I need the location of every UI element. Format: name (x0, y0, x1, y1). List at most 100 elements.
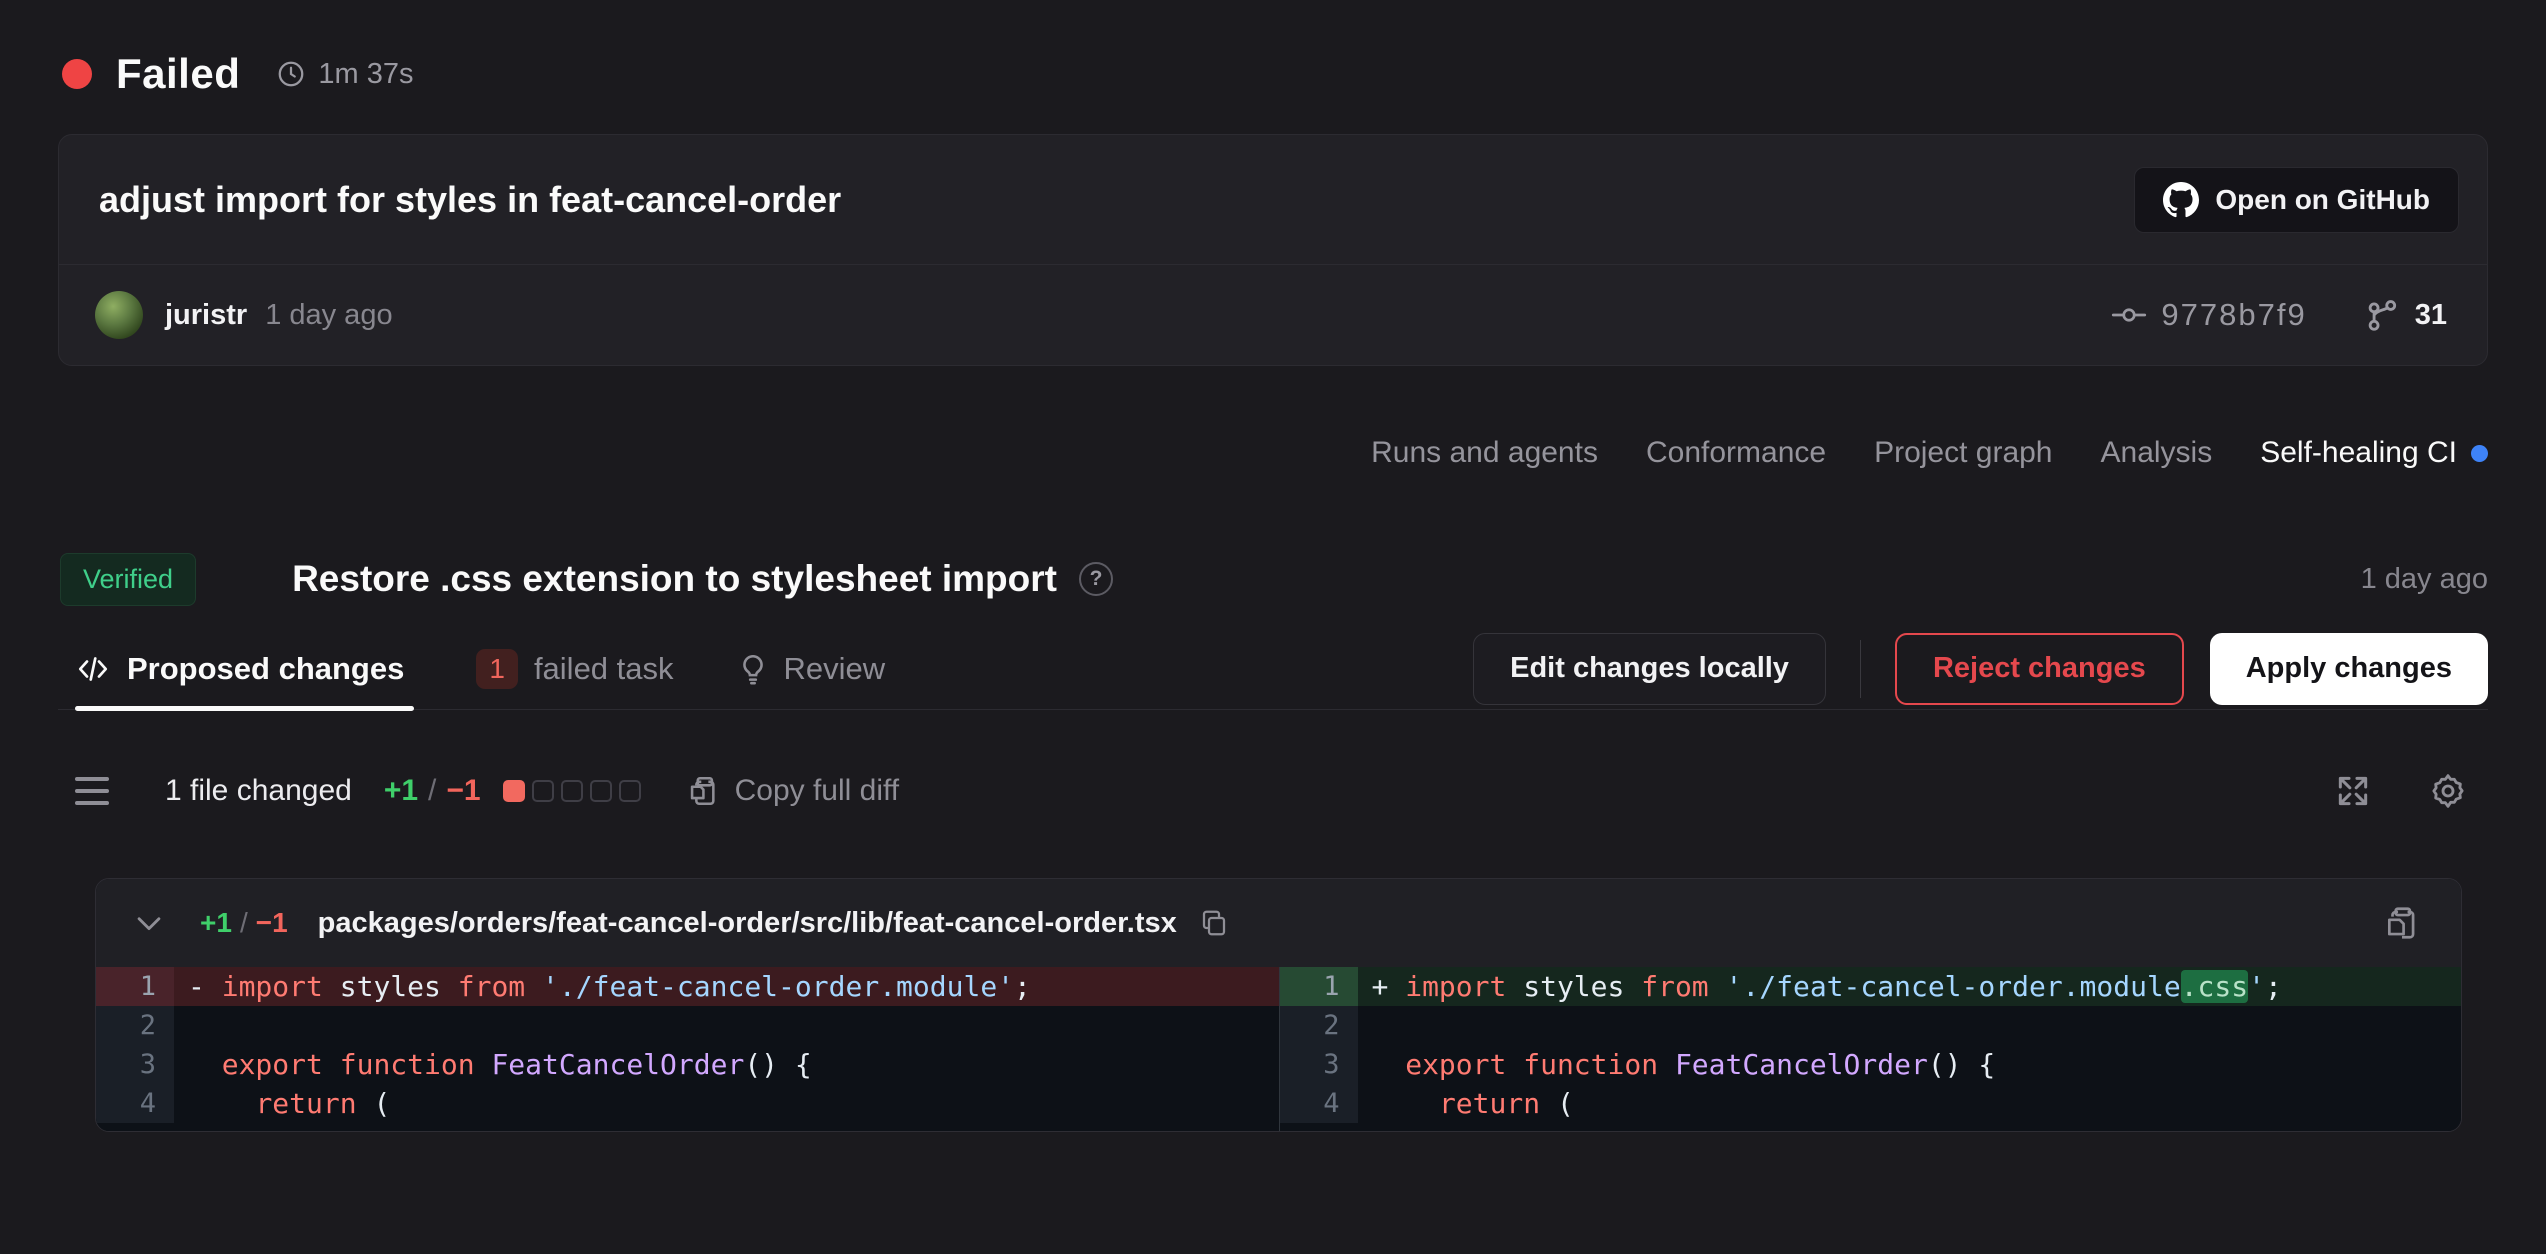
toolbar-additions: +1 (384, 774, 418, 808)
change-block-empty (619, 780, 641, 802)
code-token (188, 1048, 222, 1081)
file-path: packages/orders/feat-cancel-order/src/li… (318, 907, 1177, 940)
toolbar-stat-separator: / (428, 774, 436, 808)
open-on-github-button[interactable]: Open on GitHub (2134, 167, 2459, 233)
avatar[interactable] (95, 291, 143, 339)
fix-title: Restore .css extension to stylesheet imp… (292, 558, 1057, 600)
code-token: function (340, 1048, 475, 1081)
tab-review[interactable]: Review (736, 628, 886, 709)
verified-badge: Verified (60, 553, 196, 606)
code-token (323, 1048, 340, 1081)
active-tab-underline (75, 706, 414, 711)
file-additions: +1 (200, 907, 232, 939)
commit-hash-wrap[interactable]: 9778b7f9 (2111, 297, 2306, 333)
code-token: + (1372, 970, 1406, 1003)
code-token: - (188, 970, 222, 1003)
change-block-empty (532, 780, 554, 802)
failed-count-badge: 1 (476, 649, 518, 689)
apply-changes-button[interactable]: Apply changes (2210, 633, 2488, 705)
code-icon (75, 651, 111, 687)
line-number: 2 (96, 1006, 174, 1045)
diff-line: 2 (1280, 1006, 2462, 1045)
code-token: ; (1014, 970, 1031, 1003)
code-token: return (255, 1087, 356, 1120)
code-token: export (1405, 1048, 1506, 1081)
file-stat-separator: / (240, 907, 248, 939)
change-block-empty (590, 780, 612, 802)
run-header: Failed 1m 37s (0, 0, 2546, 98)
code-content: export function FeatCancelOrder() { (174, 1045, 1279, 1084)
code-token (1372, 1048, 1406, 1081)
run-status: Failed (116, 50, 240, 98)
code-token: import (1405, 970, 1506, 1003)
edit-changes-locally-button[interactable]: Edit changes locally (1473, 633, 1826, 705)
line-number: 3 (1280, 1045, 1358, 1084)
tab-proposed-changes[interactable]: Proposed changes (75, 628, 414, 709)
chevron-down-icon[interactable] (132, 906, 166, 940)
code-content: export function FeatCancelOrder() { (1358, 1045, 2462, 1084)
code-token (188, 1087, 255, 1120)
line-number: 1 (96, 967, 174, 1006)
code-token: .css (2181, 970, 2248, 1003)
branch-count: 31 (2415, 299, 2447, 332)
diff-line: 1- import styles from './feat-cancel-ord… (96, 967, 1279, 1006)
actions-divider (1860, 640, 1861, 698)
lightbulb-icon (736, 652, 770, 686)
change-block-empty (561, 780, 583, 802)
diff-file-header[interactable]: +1 / −1 packages/orders/feat-cancel-orde… (96, 879, 2461, 967)
nav-item-self-healing-ci[interactable]: Self-healing CI (2260, 436, 2488, 470)
code-token: ' (2248, 970, 2265, 1003)
code-token: export (222, 1048, 323, 1081)
change-block-filled (503, 780, 525, 802)
nav-item-label: Self-healing CI (2260, 436, 2457, 470)
diff-line: 1+ import styles from './feat-cancel-ord… (1280, 967, 2462, 1006)
code-token: styles (1506, 970, 1641, 1003)
code-token (1709, 970, 1726, 1003)
reject-changes-button[interactable]: Reject changes (1895, 633, 2184, 705)
tab-review-label: Review (784, 651, 886, 687)
commit-time: 1 day ago (265, 299, 392, 332)
file-deletions: −1 (256, 907, 288, 939)
tab-failed-task[interactable]: 1 failed task (476, 628, 673, 709)
clock-icon (276, 59, 306, 89)
help-icon[interactable]: ? (1079, 562, 1113, 596)
line-number: 3 (96, 1045, 174, 1084)
code-content: return ( (174, 1084, 1279, 1123)
files-changed-count: 1 file changed (165, 774, 352, 808)
line-number: 1 (1280, 967, 1358, 1006)
nav-item-analysis[interactable]: Analysis (2101, 436, 2213, 470)
author-name[interactable]: juristr (165, 299, 247, 332)
line-number: 4 (1280, 1084, 1358, 1123)
commit-hash: 9778b7f9 (2161, 297, 2306, 333)
diff-line: 3 export function FeatCancelOrder() { (1280, 1045, 2462, 1084)
code-token: return (1439, 1087, 1540, 1120)
branch-count-wrap[interactable]: 31 (2363, 296, 2447, 334)
diff-pane-old: 1- import styles from './feat-cancel-ord… (96, 967, 1279, 1131)
tab-proposed-label: Proposed changes (127, 651, 404, 687)
nav-item-label: Conformance (1646, 436, 1826, 470)
code-token: () { (744, 1048, 811, 1081)
code-content: return ( (1358, 1084, 2462, 1123)
diff-settings-gear-icon[interactable] (2428, 771, 2468, 811)
copy-icon (685, 774, 719, 808)
code-token: from (458, 970, 525, 1003)
nav-item-conformance[interactable]: Conformance (1646, 436, 1826, 470)
nav-item-runs-and-agents[interactable]: Runs and agents (1371, 436, 1598, 470)
expand-fullscreen-icon[interactable] (2334, 772, 2372, 810)
copy-path-icon[interactable] (1199, 908, 1229, 938)
code-content (1358, 1006, 2462, 1045)
code-token: from (1641, 970, 1708, 1003)
change-blocks-indicator (503, 780, 641, 802)
status-failed-dot (62, 59, 92, 89)
fix-header: Verified Restore .css extension to style… (0, 544, 2546, 614)
file-list-menu-icon[interactable] (75, 777, 109, 805)
code-token: ( (1540, 1087, 1574, 1120)
toolbar-deletions: −1 (446, 774, 480, 808)
code-token: styles (323, 970, 458, 1003)
code-token: FeatCancelOrder (1675, 1048, 1928, 1081)
nav-item-project-graph[interactable]: Project graph (1874, 436, 2052, 470)
copy-full-diff-button[interactable]: Copy full diff (685, 774, 900, 808)
copy-file-diff-icon[interactable] (2383, 904, 2421, 942)
github-icon (2163, 182, 2199, 218)
commit-meta-row: juristr 1 day ago 9778b7f9 31 (59, 265, 2487, 365)
